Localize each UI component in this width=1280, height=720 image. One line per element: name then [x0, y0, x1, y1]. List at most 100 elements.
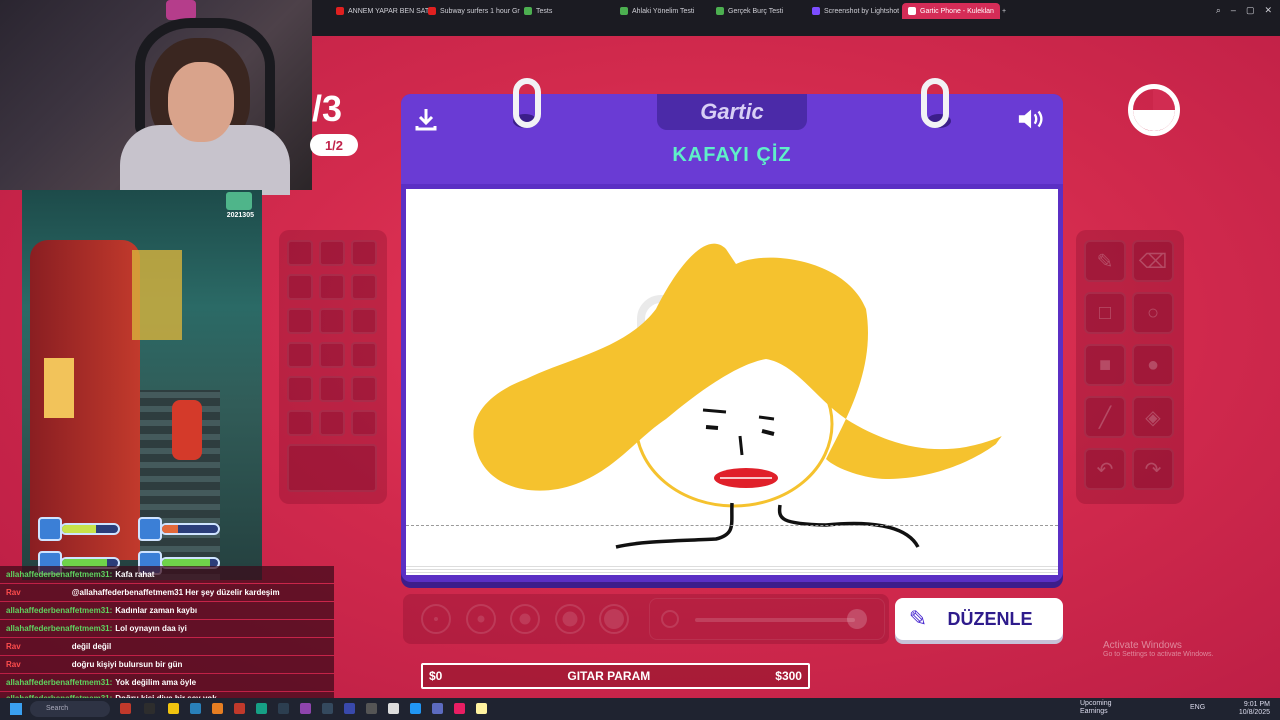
chat-text: Kafa rahat	[115, 570, 155, 579]
maximize-icon[interactable]: ▢	[1246, 5, 1255, 16]
browser-tab[interactable]: Ahlaki Yönelim Testi	[614, 3, 700, 19]
color-swatch[interactable]	[287, 240, 313, 266]
gartic-icon	[908, 7, 916, 15]
eraser-tool-icon[interactable]: ⌫	[1132, 240, 1174, 282]
sheet-icon	[524, 7, 532, 15]
browser-tab[interactable]: Subway surfers 1 hour Gr	[422, 3, 526, 19]
app-icon[interactable]	[234, 703, 245, 714]
taskbar-clock[interactable]: 9:01 PM 10/8/2025	[1239, 701, 1270, 717]
youtube-icon	[428, 7, 436, 15]
screen: ANNEM YAPAR BEN SAT Subway surfers 1 hou…	[0, 0, 1280, 720]
color-swatch[interactable]	[319, 240, 345, 266]
undo-icon[interactable]: ↶	[1084, 448, 1126, 490]
chat-username: Rav	[6, 660, 21, 669]
custom-color-swatch[interactable]	[287, 444, 377, 492]
brush-size-option[interactable]	[555, 604, 585, 634]
chat-username: Rav	[6, 642, 21, 651]
app-icon[interactable]	[256, 703, 267, 714]
color-swatch[interactable]	[287, 410, 313, 436]
opacity-slider-track[interactable]	[695, 618, 855, 622]
clock-time: 9:01 PM	[1243, 701, 1270, 708]
brush-size-option[interactable]	[599, 604, 629, 634]
browser-tab[interactable]: ANNEM YAPAR BEN SAT	[330, 3, 435, 19]
drawing-prompt: KAFAYI ÇİZ	[672, 144, 792, 166]
folder-icon[interactable]	[168, 703, 179, 714]
color-swatch[interactable]	[351, 308, 377, 334]
color-swatch[interactable]	[287, 342, 313, 368]
app-icon[interactable]	[410, 703, 421, 714]
taskbar-search[interactable]: Search	[30, 701, 110, 717]
app-icon[interactable]	[388, 703, 399, 714]
chat-text: Yok değilim ama öyle	[115, 678, 197, 687]
app-icon[interactable]	[300, 703, 311, 714]
download-icon[interactable]	[411, 104, 441, 134]
app-icon[interactable]	[144, 703, 155, 714]
color-swatch[interactable]	[319, 376, 345, 402]
premiere-icon[interactable]	[344, 703, 355, 714]
youtube-icon	[336, 7, 344, 15]
color-swatch[interactable]	[351, 274, 377, 300]
donation-title: GITAR PARAM	[567, 669, 651, 683]
rectangle-fill-icon[interactable]: ■	[1084, 344, 1126, 386]
minimize-icon[interactable]: –	[1231, 5, 1236, 16]
color-swatch[interactable]	[287, 308, 313, 334]
color-swatch[interactable]	[351, 342, 377, 368]
color-swatch[interactable]	[319, 410, 345, 436]
gameplay-video: 2021305	[22, 190, 262, 580]
powerup-magnet	[138, 517, 220, 541]
opacity-min-icon	[661, 610, 679, 628]
browser-tab[interactable]: Tests	[518, 3, 558, 19]
brush-size-option[interactable]	[510, 604, 540, 634]
app-icon[interactable]	[454, 703, 465, 714]
sheet-icon	[620, 7, 628, 15]
brush-size-option[interactable]	[421, 604, 451, 634]
color-swatch[interactable]	[319, 342, 345, 368]
notebook-pages	[406, 565, 1058, 575]
browser-tab-active[interactable]: Gartic Phone - Kuleklan	[902, 3, 1000, 19]
browser-tab[interactable]: Screenshot by Lightshot	[806, 3, 905, 19]
obs-icon[interactable]	[366, 703, 377, 714]
drawing-card: Gartic KAFAYI ÇİZ	[401, 78, 1063, 582]
brush-size-option[interactable]	[466, 604, 496, 634]
new-tab-button[interactable]: +	[996, 3, 1012, 19]
browser-tab[interactable]: Gerçek Burç Testi	[710, 3, 789, 19]
opacity-slider-knob[interactable]	[847, 609, 867, 629]
close-icon[interactable]: ✕	[1264, 5, 1272, 16]
rectangle-outline-icon[interactable]: □	[1084, 292, 1126, 334]
app-icon[interactable]	[432, 703, 443, 714]
game-score: 2021305	[226, 212, 254, 219]
circle-fill-icon[interactable]: ●	[1132, 344, 1174, 386]
card-header: Gartic KAFAYI ÇİZ	[401, 94, 1063, 184]
color-swatch[interactable]	[287, 376, 313, 402]
drawing-canvas[interactable]	[406, 189, 1058, 565]
color-swatch[interactable]	[351, 410, 377, 436]
color-swatch[interactable]	[351, 376, 377, 402]
app-icon[interactable]	[190, 703, 201, 714]
news-widget[interactable]: Upcoming Earnings	[1080, 700, 1112, 716]
speaker-icon[interactable]	[1017, 104, 1047, 134]
activate-title: Activate Windows	[1103, 640, 1182, 651]
circle-outline-icon[interactable]: ○	[1132, 292, 1174, 334]
eye-left	[705, 425, 719, 430]
illustrator-icon[interactable]	[212, 703, 223, 714]
redo-icon[interactable]: ↷	[1132, 448, 1174, 490]
language-indicator[interactable]: ENG	[1190, 704, 1205, 711]
pencil-tool-icon[interactable]: ✎	[1084, 240, 1126, 282]
gartic-logo: Gartic	[657, 94, 807, 130]
edit-button[interactable]: ✎ DÜZENLE	[895, 598, 1063, 640]
app-icon[interactable]	[120, 703, 131, 714]
color-swatch[interactable]	[319, 308, 345, 334]
after-effects-icon[interactable]	[322, 703, 333, 714]
photoshop-icon[interactable]	[278, 703, 289, 714]
line-tool-icon[interactable]: ╱	[1084, 396, 1126, 438]
windows-start-icon[interactable]	[10, 703, 22, 715]
train-window	[44, 358, 74, 418]
eyebrow-right	[758, 415, 775, 421]
color-swatch[interactable]	[351, 240, 377, 266]
color-swatch[interactable]	[319, 274, 345, 300]
app-icon[interactable]	[476, 703, 487, 714]
search-icon[interactable]: ⌕	[1216, 5, 1221, 16]
color-swatch[interactable]	[287, 274, 313, 300]
fill-bucket-icon[interactable]: ◈	[1132, 396, 1174, 438]
jetpack-icon	[38, 517, 62, 541]
